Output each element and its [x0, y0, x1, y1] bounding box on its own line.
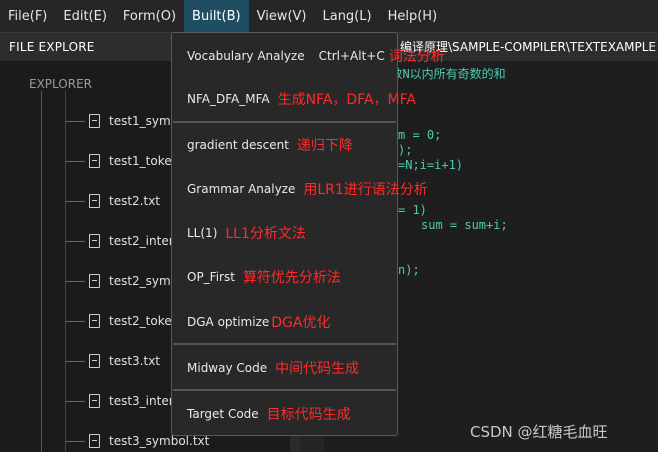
menu-built[interactable]: Built(B) — [184, 0, 249, 32]
explorer-title: FILE EXPLORE — [9, 40, 95, 54]
watermark: CSDN @红糖毛血旺 — [470, 423, 608, 441]
menu-separator — [173, 121, 396, 123]
menu-item-annotation: 目标代码生成 — [266, 407, 351, 423]
explorer-label: EXPLORER — [29, 77, 92, 91]
code-line: n); — [398, 263, 420, 277]
menu-help[interactable]: Help(H) — [380, 0, 446, 32]
menu-item-nfa-dfa-mfa[interactable]: NFA_DFA_MFA 生成NFA，DFA，MFA — [172, 87, 416, 111]
menu-item-annotation: 生成NFA，DFA，MFA — [277, 92, 416, 108]
menu-item-label: gradient descent — [187, 138, 289, 152]
menu-separator — [173, 389, 396, 391]
code-line: sum = sum+i; — [421, 218, 508, 232]
file-item[interactable]: test3.txt — [65, 350, 160, 372]
code-line: ); — [398, 143, 413, 157]
menu-item-label: NFA_DFA_MFA — [187, 92, 270, 106]
file-name: test2.txt — [109, 194, 161, 208]
file-icon — [89, 354, 100, 368]
file-icon — [89, 114, 100, 128]
menu-lang[interactable]: Lang(L) — [314, 0, 379, 32]
tree-guide — [41, 91, 42, 452]
menu-item-annotation: 递归下降 — [296, 138, 353, 154]
menu-item-label: Target Code — [187, 407, 259, 421]
menu-item-label: DGA optimize — [187, 315, 270, 329]
menu-edit[interactable]: Edit(E) — [55, 0, 115, 32]
menu-item-grammar-analyze[interactable]: Grammar Analyze 用LR1进行语法分析 — [172, 177, 428, 201]
menu-bar: File(F) Edit(E) Form(O) Built(B) View(V)… — [0, 0, 658, 33]
file-icon — [89, 194, 100, 208]
menu-item-annotation: 词法分析 — [388, 49, 445, 65]
built-menu-dropdown: Vocabulary Analyze Ctrl+Alt+C 词法分析 NFA_D… — [171, 32, 445, 436]
menu-item-label: LL(1) — [187, 226, 218, 240]
menu-item-label: Vocabulary Analyze — [187, 49, 305, 63]
code-line: m = 0; — [398, 128, 442, 142]
menu-item-annotation: DGA优化 — [271, 315, 331, 331]
code-line: = 1) — [398, 203, 427, 217]
file-icon — [89, 234, 100, 248]
file-name: test3.txt — [109, 354, 161, 368]
menu-item-op-first[interactable]: OP_First 算符优先分析法 — [172, 265, 397, 289]
menu-item-annotation: 中间代码生成 — [275, 361, 360, 377]
menu-separator — [173, 343, 396, 345]
code-line: =N;i=i+1) — [398, 158, 464, 172]
menu-item-midway-code[interactable]: Midway Code 中间代码生成 — [172, 356, 397, 380]
menu-item-annotation: LL1分析文法 — [225, 226, 306, 242]
menu-item-shortcut: Ctrl+Alt+C — [318, 49, 385, 63]
menu-item-ll1[interactable]: LL(1) LL1分析文法 — [172, 221, 397, 245]
menu-item-label: Grammar Analyze — [187, 182, 296, 196]
menu-view[interactable]: View(V) — [249, 0, 315, 32]
file-icon — [89, 394, 100, 408]
file-name: test3_symbol.txt — [109, 434, 210, 448]
file-icon — [89, 314, 100, 328]
file-item[interactable]: test2.txt — [65, 190, 160, 212]
menu-item-label: OP_First — [187, 270, 235, 284]
menu-item-annotation: 算符优先分析法 — [242, 270, 341, 286]
menu-form[interactable]: Form(O) — [115, 0, 184, 32]
file-icon — [89, 154, 100, 168]
file-icon — [89, 434, 100, 448]
menu-item-gradient-descent[interactable]: gradient descent 递归下降 — [172, 133, 397, 157]
menu-file[interactable]: File(F) — [0, 0, 55, 32]
file-icon — [89, 274, 100, 288]
menu-item-dga-optimize[interactable]: DGA optimize DGA优化 — [172, 310, 397, 334]
menu-item-vocabulary-analyze[interactable]: Vocabulary Analyze Ctrl+Alt+C 词法分析 — [172, 44, 445, 68]
menu-item-annotation: 用LR1进行语法分析 — [303, 182, 428, 198]
menu-item-label: Midway Code — [187, 361, 268, 375]
menu-item-target-code[interactable]: Target Code 目标代码生成 — [172, 402, 397, 426]
